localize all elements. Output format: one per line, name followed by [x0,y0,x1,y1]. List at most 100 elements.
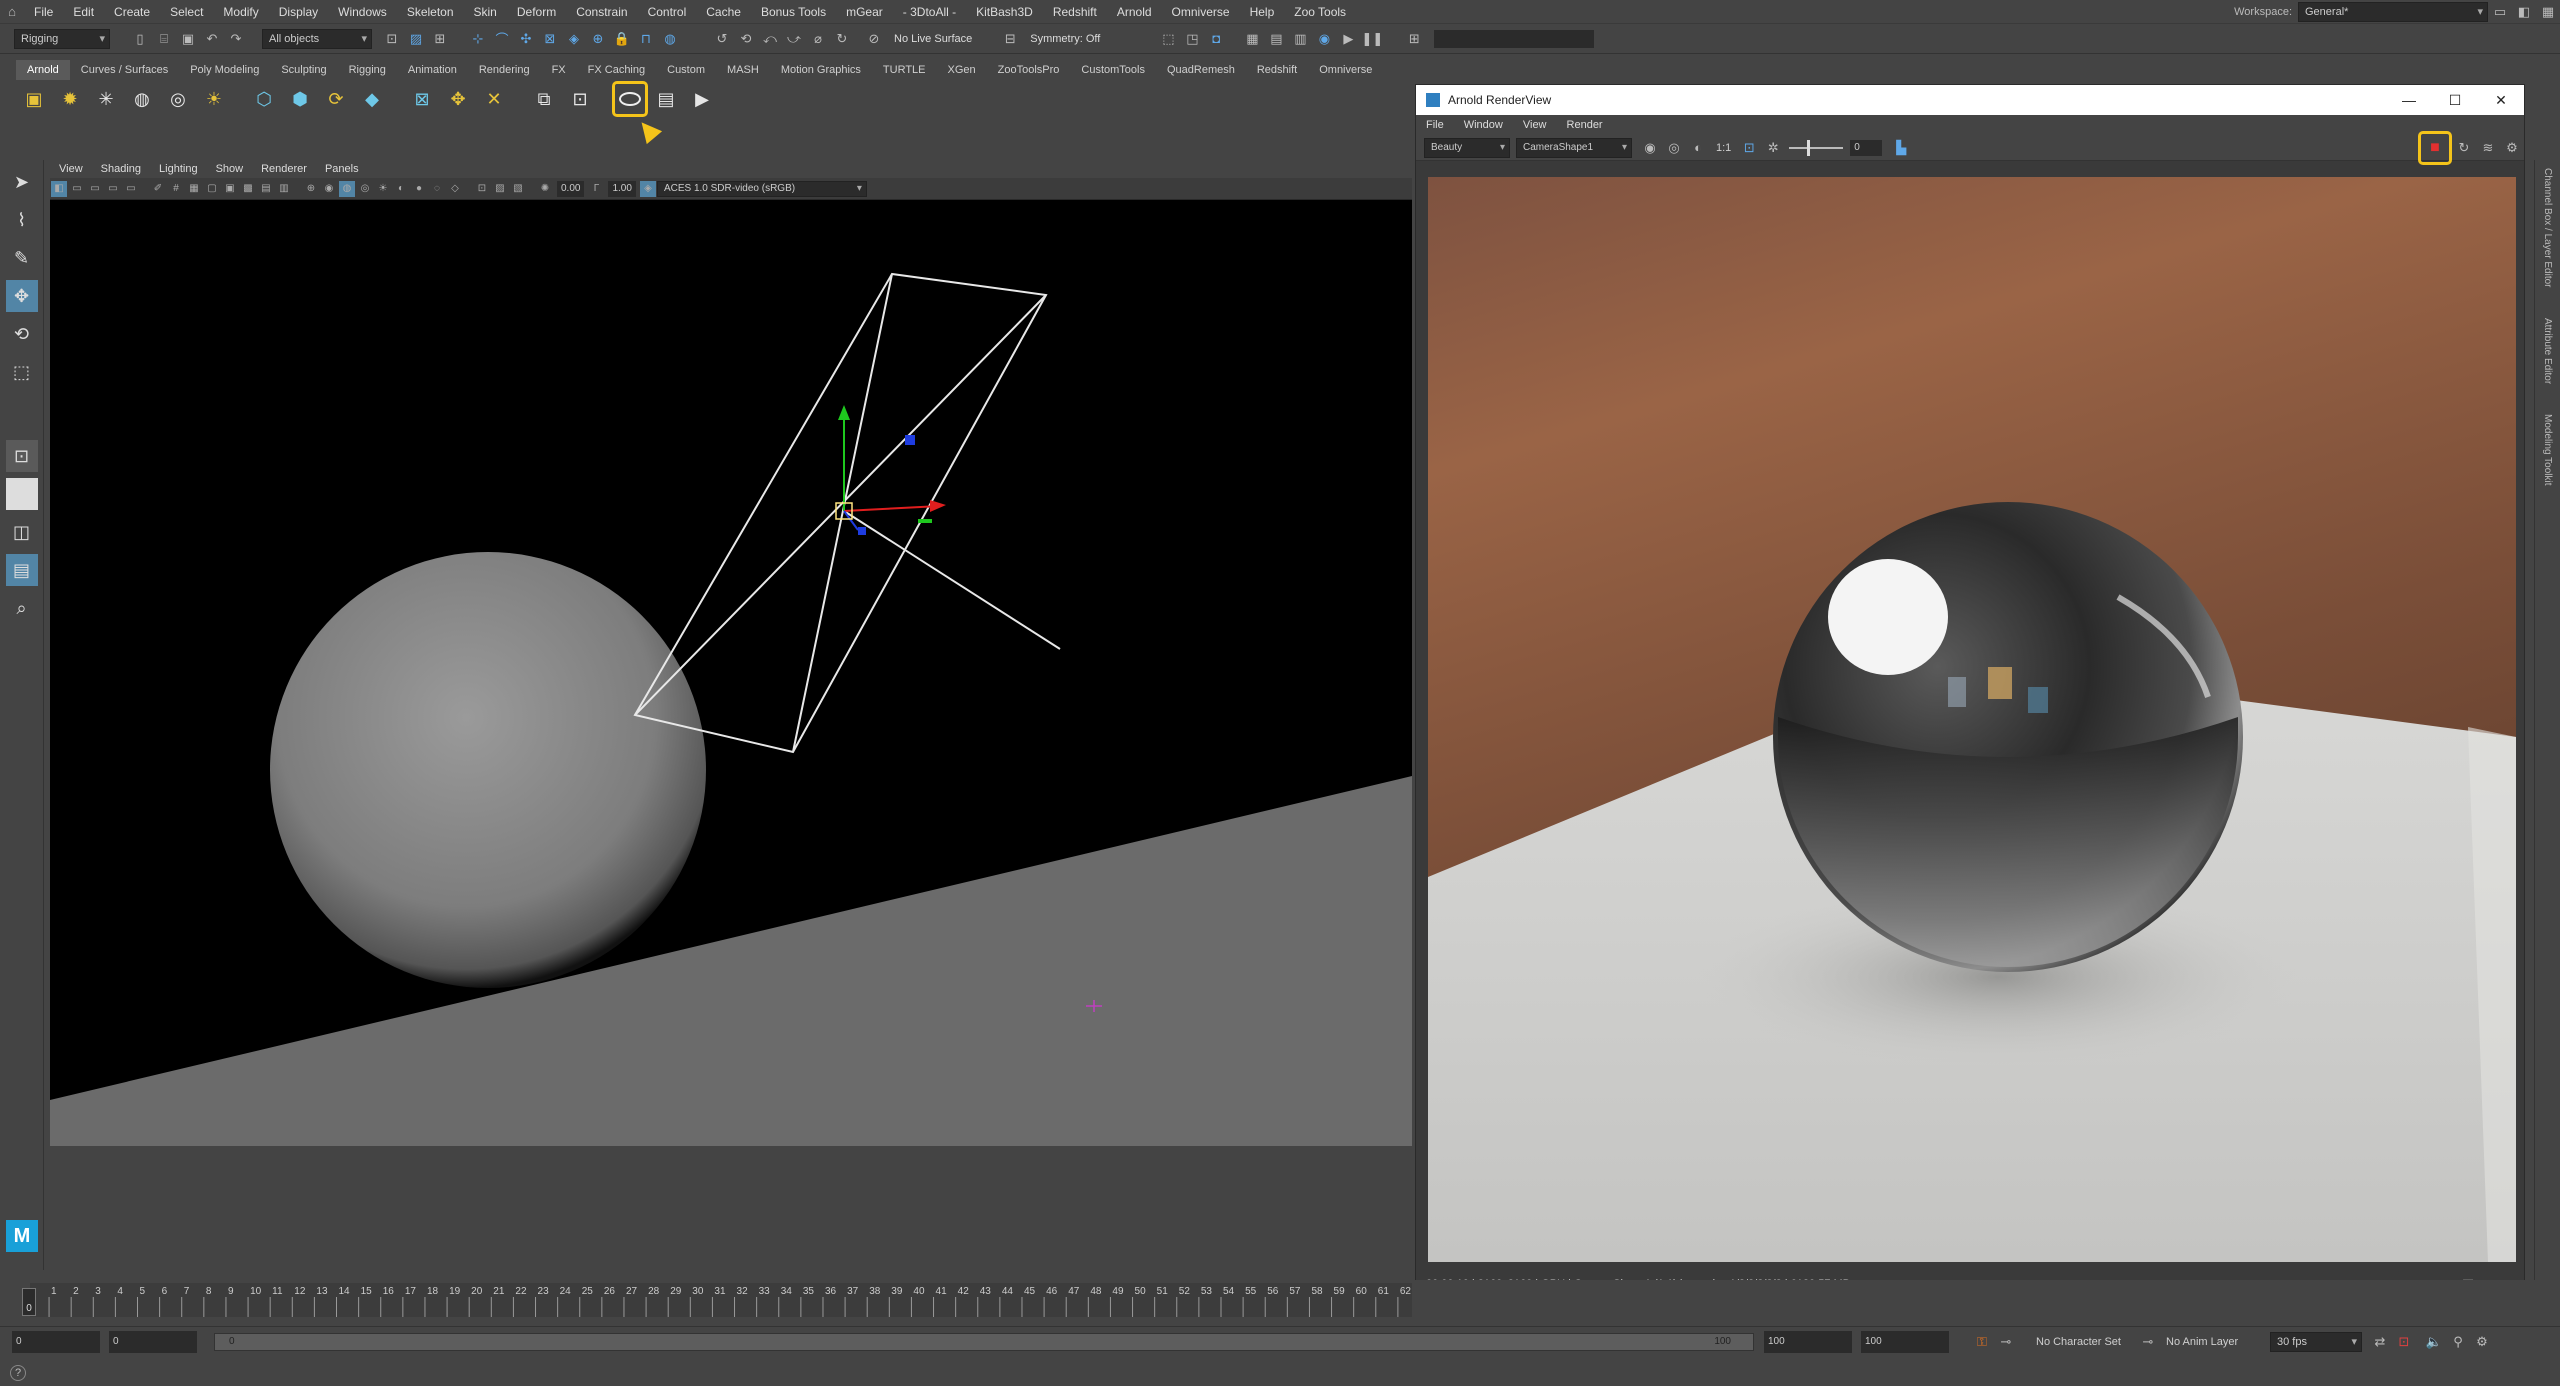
output-ops-icon[interactable]: ⤻ [784,29,804,49]
shelf-tab-arnold[interactable]: Arnold [16,60,70,80]
viewport-menu-renderer[interactable]: Renderer [252,160,316,178]
channel-icon[interactable]: ◐ [1688,138,1708,158]
render-region-icon[interactable]: ⬚ [1158,29,1178,49]
shelf-tab-zootoolspro[interactable]: ZooToolsPro [987,60,1071,80]
zoom-icon[interactable]: ⌕ [6,592,38,624]
license-icon[interactable]: ⊡ [564,83,596,115]
menu-select[interactable]: Select [160,0,213,24]
bookmark-icon[interactable]: ▭ [87,181,103,197]
side-tab-modeling-toolkit[interactable]: Modeling Toolkit [2542,414,2553,486]
shelf-tab-rigging[interactable]: Rigging [338,60,397,80]
menu-arnold[interactable]: Arnold [1107,0,1162,24]
four-view-icon[interactable] [5,478,38,510]
render-icon-d[interactable]: ◉ [1314,29,1334,49]
menu-skin[interactable]: Skin [464,0,507,24]
isolate-icon[interactable]: ⊡ [474,181,490,197]
select-hierarchy-icon[interactable]: ⊡ [382,29,402,49]
xray-joints-icon[interactable]: ▧ [510,181,526,197]
motion-blur-icon[interactable]: ◌ [429,181,445,197]
skydome-light-icon[interactable]: ◍ [126,83,158,115]
char-set-icon[interactable]: ⊸ [2138,1332,2158,1352]
snap-view-icon[interactable]: ⊠ [540,29,560,49]
side-tab-channel-box-layer-editor[interactable]: Channel Box / Layer Editor [2542,168,2553,288]
shelf-tab-fx[interactable]: FX [541,60,577,80]
layout-icon-3[interactable]: ▦ [2538,2,2558,22]
menu-modify[interactable]: Modify [213,0,268,24]
viewport-menu-shading[interactable]: Shading [92,160,150,178]
lut-icon[interactable]: ◉ [1640,138,1660,158]
maya-logo-icon[interactable]: M [6,1220,38,1252]
rotate-op-icon[interactable]: ↻ [832,29,852,49]
shelf-tab-animation[interactable]: Animation [397,60,468,80]
preferences-icon[interactable]: ⚙ [2472,1332,2492,1352]
start-frame-field[interactable]: 0 [12,1330,100,1353]
wireframe-on-shaded-icon[interactable]: ◍ [339,180,355,197]
single-perspective-icon[interactable]: ⊡ [5,440,38,472]
menu-3dtoall[interactable]: - 3DtoAll - [893,0,966,24]
grid-icon[interactable]: # [168,181,184,197]
region-icon[interactable]: ⊡ [1739,138,1759,158]
refresh-render-icon[interactable]: ↻ [2454,138,2474,158]
texture-manager-icon[interactable]: ✕ [478,83,510,115]
home-icon[interactable]: ⌂ [2,2,22,22]
render-icon-b[interactable]: ▤ [1266,29,1286,49]
move-tool-icon[interactable]: ✥ [5,280,38,312]
lasso-icon[interactable]: ⌀ [808,29,828,49]
live-surface-icon[interactable]: ⊘ [864,29,884,49]
layout-icon-2[interactable]: ◧ [2514,2,2534,22]
render-settings-icon[interactable]: ✥ [442,83,474,115]
gamma-field[interactable]: 1.00 [608,180,636,197]
viewport-menu-lighting[interactable]: Lighting [150,160,207,178]
shadows-icon[interactable]: ◐ [393,181,409,197]
snap-point-icon[interactable]: ✣ [516,29,536,49]
lasso-tool-icon[interactable]: ⌇ [6,204,38,236]
resolution-gate-icon[interactable]: ▢ [204,181,220,197]
snap-surface-icon[interactable]: ◈ [564,29,584,49]
xray-icon[interactable]: ▨ [492,181,508,197]
ipr-icon[interactable]: ◘ [1206,29,1226,49]
selection-mask-dropdown[interactable]: All objects [262,28,372,49]
input-ops-icon[interactable]: ⤺ [760,29,780,49]
menuset-dropdown[interactable]: Rigging [14,28,110,49]
render-icon-e[interactable]: ▶ [1338,29,1358,49]
render-log-icon[interactable]: ▤ [650,83,682,115]
magnet-icon[interactable]: ⊓ [636,29,656,49]
rotate-tool-icon[interactable]: ⟲ [6,318,38,350]
open-scene-icon[interactable]: ⌸ [154,29,174,49]
sun-light-icon[interactable]: ✹ [54,83,86,115]
menu-zoo-tools[interactable]: Zoo Tools [1284,0,1356,24]
light-portal-icon[interactable]: ☀ [198,83,230,115]
maximize-icon[interactable]: ☐ [2432,92,2478,109]
camera-attr-icon[interactable]: ▭ [69,181,85,197]
paint-select-icon[interactable]: ✎ [6,242,38,274]
menu-display[interactable]: Display [269,0,328,24]
shelf-tab-mash[interactable]: MASH [716,60,770,80]
render-current-icon[interactable]: ◳ [1182,29,1202,49]
snap-curve-icon[interactable]: ⌒ [492,29,512,49]
color-space-dropdown[interactable]: ACES 1.0 SDR-video (sRGB) [656,180,867,197]
live-surface-label[interactable]: No Live Surface [894,33,972,45]
shelf-tab-curves-surfaces[interactable]: Curves / Surfaces [70,60,179,80]
safe-title-icon[interactable]: ▥ [276,181,292,197]
aov-dropdown[interactable]: Beauty [1424,137,1510,158]
photometric-light-icon[interactable]: ◎ [162,83,194,115]
rv-settings-icon[interactable]: ⚙ [2502,138,2522,158]
menu-control[interactable]: Control [638,0,697,24]
time-slider[interactable]: 1 2 3 4 5 6 7 8 9 10 11 12 13 14 15 16 17 18 19 20 21 22 23 24 2… [30,1283,1412,1317]
safe-action-icon[interactable]: ▤ [258,181,274,197]
ambient-occlusion-icon[interactable]: ● [411,181,427,197]
end-frame-field[interactable]: 100 [1861,1330,1949,1353]
2d-pan-icon[interactable]: ▭ [123,181,139,197]
menu-redshift[interactable]: Redshift [1043,0,1107,24]
area-light-icon[interactable]: ▣ [18,83,50,115]
menu-bonus-tools[interactable]: Bonus Tools [751,0,836,24]
snap-live-icon[interactable]: ⊕ [588,29,608,49]
renderview-menu-file[interactable]: File [1416,115,1454,135]
new-scene-icon[interactable]: ▯ [130,29,150,49]
fps-dropdown[interactable]: 30 fps [2270,1331,2362,1352]
shelf-tab-xgen[interactable]: XGen [937,60,987,80]
playback-end-field[interactable]: 100 [1764,1330,1852,1353]
redo-icon[interactable]: ↷ [226,29,246,49]
gate-mask-icon[interactable]: ▣ [222,181,238,197]
textured-icon[interactable]: ◎ [357,181,373,197]
